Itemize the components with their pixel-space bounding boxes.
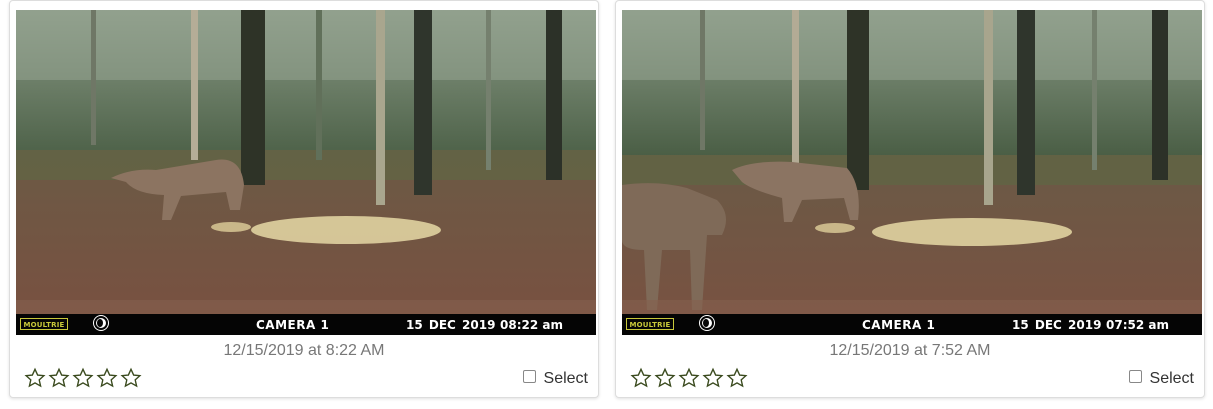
camera-name: CAMERA 1 [256,318,330,332]
camera-date: 15 DEC 2019 [1012,318,1102,332]
photo-timestamp: 12/15/2019 at 7:52 AM [829,342,991,359]
star-5-icon[interactable] [120,367,144,389]
select-label: Select [1149,370,1194,387]
select-control[interactable]: Select [1128,369,1194,388]
forest-scene-image [622,10,1202,335]
star-rating [24,367,144,389]
camera-info-bar: MOULTRIE CAMERA 1 15 DEC 2019 08:22 am [16,314,596,335]
star-3-icon[interactable] [678,367,702,389]
camera-date: 15 DEC 2019 [406,318,496,332]
trail-camera-photo[interactable]: MOULTRIE CAMERA 1 15 DEC 2019 07:52 am [622,10,1202,335]
brand-logo: MOULTRIE [20,318,68,330]
photo-gallery: MOULTRIE CAMERA 1 15 DEC 2019 08:22 am 1… [0,0,1213,409]
select-checkbox[interactable] [522,369,536,383]
brand-logo: MOULTRIE [626,318,674,330]
star-4-icon[interactable] [702,367,726,389]
moon-phase-icon [700,316,714,330]
moon-phase-icon [94,316,108,330]
star-5-icon[interactable] [726,367,750,389]
star-4-icon[interactable] [96,367,120,389]
select-label: Select [543,370,588,387]
star-2-icon[interactable] [48,367,72,389]
camera-time: 08:22 am [500,318,563,332]
star-3-icon[interactable] [72,367,96,389]
camera-time: 07:52 am [1106,318,1169,332]
star-1-icon[interactable] [630,367,654,389]
photo-card: MOULTRIE CAMERA 1 15 DEC 2019 07:52 am 1… [615,0,1205,398]
star-1-icon[interactable] [24,367,48,389]
select-checkbox[interactable] [1128,369,1142,383]
photo-timestamp: 12/15/2019 at 8:22 AM [223,342,385,359]
camera-info-bar: MOULTRIE CAMERA 1 15 DEC 2019 07:52 am [622,314,1202,335]
star-2-icon[interactable] [654,367,678,389]
photo-card: MOULTRIE CAMERA 1 15 DEC 2019 08:22 am 1… [9,0,599,398]
trail-camera-photo[interactable]: MOULTRIE CAMERA 1 15 DEC 2019 08:22 am [16,10,596,335]
forest-scene-image [16,10,596,335]
select-control[interactable]: Select [522,369,588,388]
star-rating [630,367,750,389]
camera-name: CAMERA 1 [862,318,936,332]
